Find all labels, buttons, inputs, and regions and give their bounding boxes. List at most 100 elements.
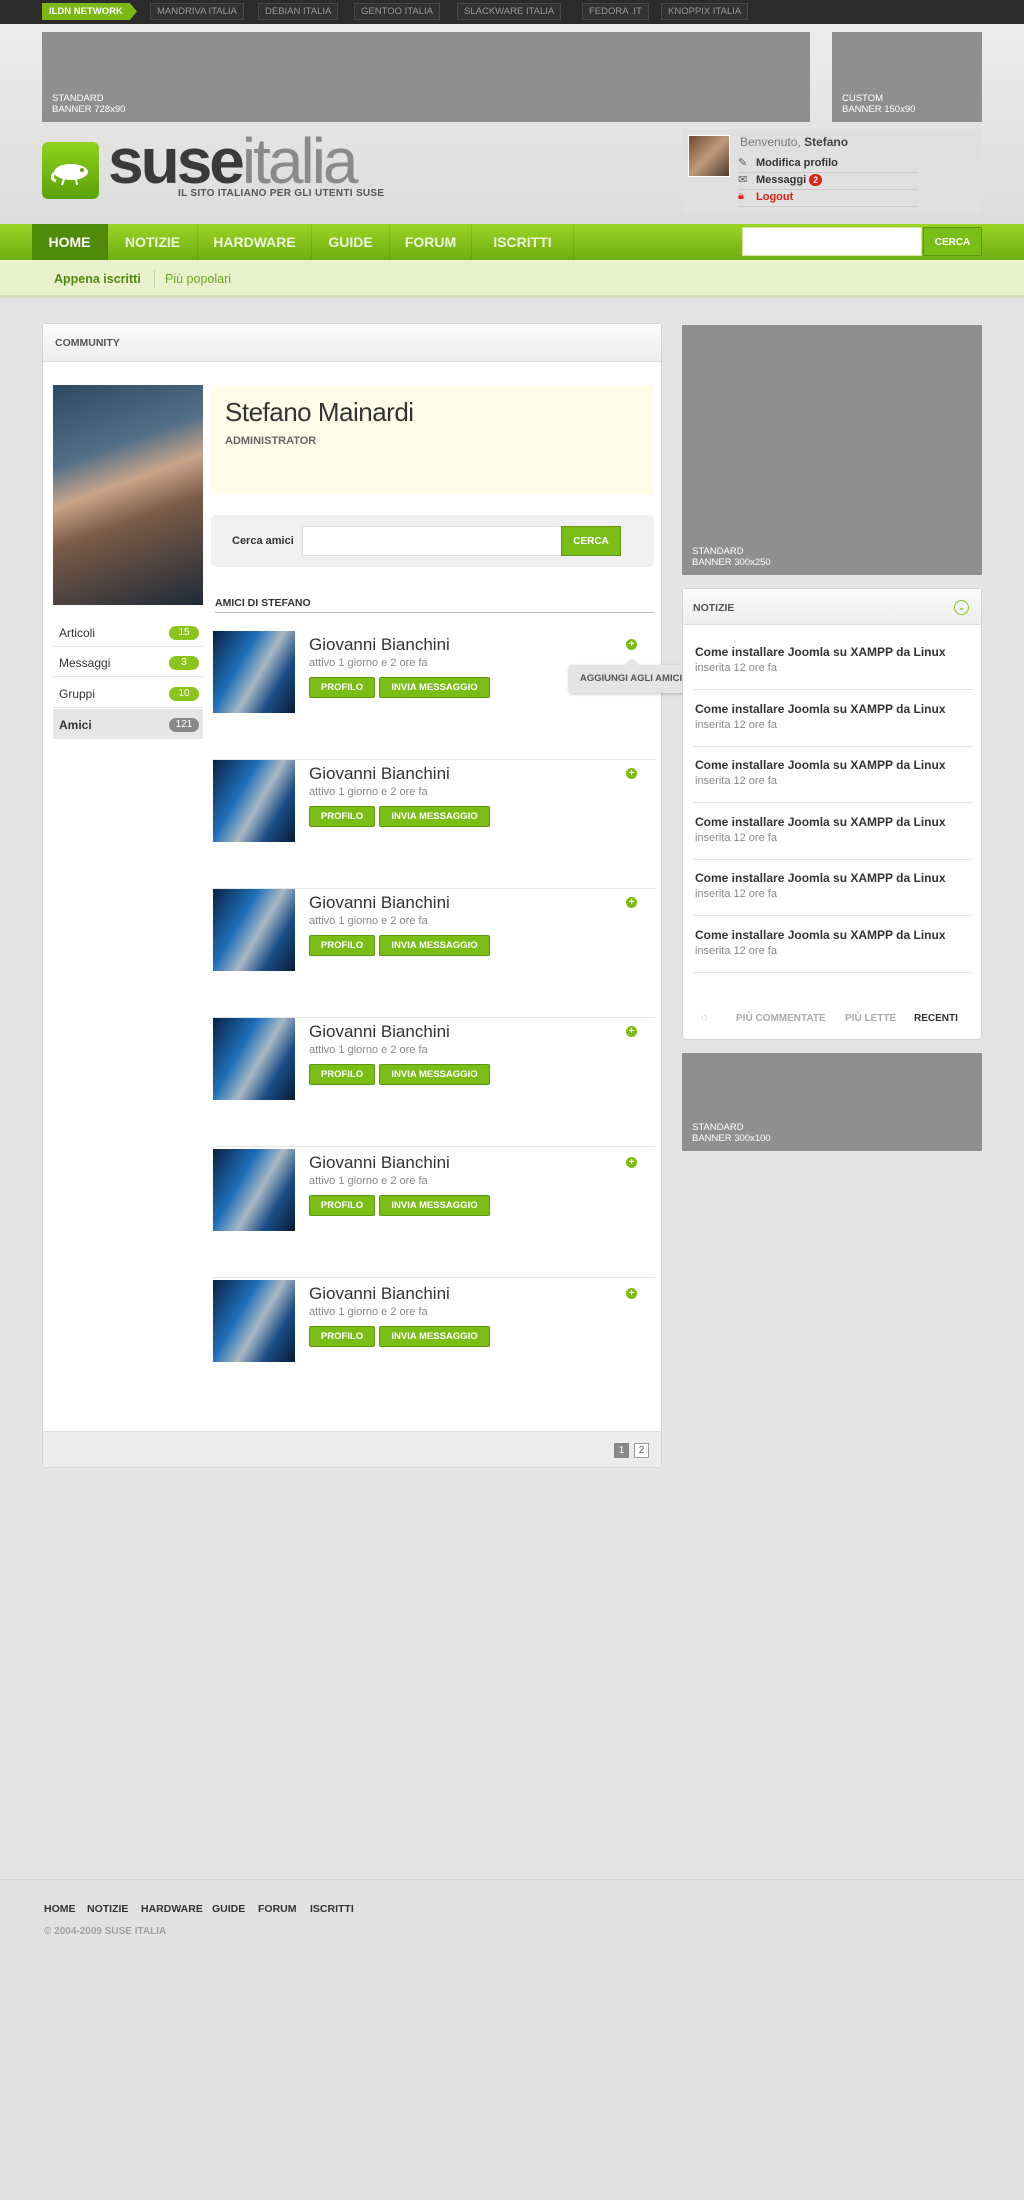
friend-message-button[interactable]: INVIA MESSAGGIO bbox=[379, 935, 490, 956]
friend-profile-button[interactable]: PROFILO bbox=[309, 1195, 375, 1216]
tab-piu-commentate[interactable]: PIÙ COMMENTATE bbox=[736, 1013, 826, 1024]
banner-label: CUSTOM bbox=[842, 93, 883, 104]
nav-forum[interactable]: FORUM bbox=[390, 224, 472, 260]
friend-avatar[interactable] bbox=[213, 760, 295, 842]
edit-profile-link[interactable]: Modifica profilo bbox=[756, 157, 838, 169]
page-2-button[interactable]: 2 bbox=[634, 1443, 649, 1458]
network-link-mandriva[interactable]: MANDRIVA ITALIA bbox=[150, 3, 244, 20]
subnav-divider bbox=[154, 270, 155, 288]
friend-name[interactable]: Giovanni Bianchini bbox=[309, 1284, 450, 1304]
news-item[interactable]: Come installare Joomla su XAMPP da Linux… bbox=[693, 803, 973, 860]
network-link-debian[interactable]: DEBIAN ITALIA bbox=[258, 3, 339, 20]
friend-status: attivo 1 giorno e 2 ore fa bbox=[309, 1175, 428, 1187]
news-item[interactable]: Come installare Joomla su XAMPP da Linux… bbox=[693, 746, 973, 803]
news-item-title[interactable]: Come installare Joomla su XAMPP da Linux bbox=[695, 758, 946, 772]
footer-link-iscritti[interactable]: ISCRITTI bbox=[310, 1903, 354, 1915]
add-friend-icon[interactable]: + bbox=[626, 639, 637, 650]
footer-link-forum[interactable]: FORUM bbox=[258, 1903, 297, 1915]
friend-message-button[interactable]: INVIA MESSAGGIO bbox=[379, 806, 490, 827]
add-friend-icon[interactable]: + bbox=[626, 768, 637, 779]
news-item-title[interactable]: Come installare Joomla su XAMPP da Linux bbox=[695, 928, 946, 942]
friend-name[interactable]: Giovanni Bianchini bbox=[309, 764, 450, 784]
friend-name[interactable]: Giovanni Bianchini bbox=[309, 635, 450, 655]
friend-avatar[interactable] bbox=[213, 1018, 295, 1100]
friend-item: Giovanni Bianchini attivo 1 giorno e 2 o… bbox=[213, 1149, 655, 1278]
profile-photo bbox=[53, 385, 203, 605]
banner-side-300x250[interactable]: STANDARD BANNER 300x250 bbox=[682, 325, 982, 575]
friend-search-input[interactable] bbox=[302, 526, 562, 556]
footer-link-hardware[interactable]: HARDWARE bbox=[141, 1903, 203, 1915]
site-search-input[interactable] bbox=[742, 227, 922, 256]
site-footer: HOME NOTIZIE HARDWARE GUIDE FORUM ISCRIT… bbox=[0, 1879, 1024, 2200]
friend-profile-button[interactable]: PROFILO bbox=[309, 935, 375, 956]
news-item[interactable]: Come installare Joomla su XAMPP da Linux… bbox=[693, 633, 973, 690]
friend-avatar[interactable] bbox=[213, 889, 295, 971]
banner-side-300x100[interactable]: STANDARD BANNER 300x100 bbox=[682, 1053, 982, 1151]
friend-name[interactable]: Giovanni Bianchini bbox=[309, 893, 450, 913]
friend-profile-button[interactable]: PROFILO bbox=[309, 1064, 375, 1085]
page-1-button[interactable]: 1 bbox=[614, 1443, 629, 1458]
news-item-title[interactable]: Come installare Joomla su XAMPP da Linux bbox=[695, 871, 946, 885]
nav-guide[interactable]: GUIDE bbox=[312, 224, 390, 260]
news-item-title[interactable]: Come installare Joomla su XAMPP da Linux bbox=[695, 702, 946, 716]
banner-size: BANNER 300x250 bbox=[692, 557, 771, 568]
logout-link[interactable]: Logout bbox=[756, 191, 793, 203]
add-friend-icon[interactable]: + bbox=[626, 897, 637, 908]
add-friend-icon[interactable]: + bbox=[626, 1157, 637, 1168]
site-search-button[interactable]: CERCA bbox=[923, 227, 982, 256]
stat-amici[interactable]: Amici 121 bbox=[53, 709, 203, 739]
banner-label: STANDARD bbox=[692, 1122, 744, 1133]
stat-articoli[interactable]: Articoli 15 bbox=[53, 617, 203, 647]
stat-gruppi[interactable]: Gruppi 10 bbox=[53, 678, 203, 708]
friend-search-button[interactable]: CERCA bbox=[561, 526, 621, 556]
messages-link[interactable]: Messaggi 2 bbox=[756, 174, 823, 186]
banner-top-728[interactable]: STANDARD BANNER 728x90 bbox=[42, 32, 810, 122]
friend-avatar[interactable] bbox=[213, 631, 295, 713]
messages-label: Messaggi bbox=[756, 174, 807, 186]
friend-profile-button[interactable]: PROFILO bbox=[309, 806, 375, 827]
friend-avatar[interactable] bbox=[213, 1149, 295, 1231]
tab-piu-lette[interactable]: PIÙ LETTE bbox=[845, 1013, 896, 1024]
tab-recenti[interactable]: RECENTI bbox=[914, 1013, 958, 1024]
news-item[interactable]: Come installare Joomla su XAMPP da Linux… bbox=[693, 859, 973, 916]
friend-message-button[interactable]: INVIA MESSAGGIO bbox=[379, 1064, 490, 1085]
stat-count-badge: 15 bbox=[169, 626, 199, 640]
footer-link-notizie[interactable]: NOTIZIE bbox=[87, 1903, 128, 1915]
friend-status: attivo 1 giorno e 2 ore fa bbox=[309, 1306, 428, 1318]
nav-iscritti[interactable]: ISCRITTI bbox=[472, 224, 574, 260]
news-item[interactable]: Come installare Joomla su XAMPP da Linux… bbox=[693, 916, 973, 973]
add-friend-icon[interactable]: + bbox=[626, 1288, 637, 1299]
friend-profile-button[interactable]: PROFILO bbox=[309, 1326, 375, 1347]
network-link-slackware[interactable]: SLACKWARE ITALIA bbox=[457, 3, 562, 20]
footer-link-home[interactable]: HOME bbox=[44, 1903, 76, 1915]
banner-top-150[interactable]: CUSTOM BANNER 150x90 bbox=[832, 32, 982, 122]
network-link-fedora[interactable]: FEDORA .IT bbox=[582, 3, 649, 20]
user-avatar[interactable] bbox=[688, 135, 730, 177]
subnav-piu-popolari[interactable]: Più popolari bbox=[165, 272, 231, 286]
friend-name[interactable]: Giovanni Bianchini bbox=[309, 1153, 450, 1173]
network-badge[interactable]: ILDN NETWORK bbox=[42, 3, 137, 20]
news-item-title[interactable]: Come installare Joomla su XAMPP da Linux bbox=[695, 815, 946, 829]
nav-hardware[interactable]: HARDWARE bbox=[198, 224, 312, 260]
friend-status: attivo 1 giorno e 2 ore fa bbox=[309, 657, 428, 669]
footer-link-guide[interactable]: GUIDE bbox=[212, 1903, 245, 1915]
friend-profile-button[interactable]: PROFILO bbox=[309, 677, 375, 698]
network-link-knoppix[interactable]: KNOPPIX ITALIA bbox=[661, 3, 749, 20]
news-item[interactable]: Come installare Joomla su XAMPP da Linux… bbox=[693, 690, 973, 747]
news-item-title[interactable]: Come installare Joomla su XAMPP da Linux bbox=[695, 645, 946, 659]
friend-message-button[interactable]: INVIA MESSAGGIO bbox=[379, 1326, 490, 1347]
banner-label: STANDARD bbox=[692, 546, 744, 557]
site-logo[interactable]: suseitalia bbox=[108, 126, 358, 196]
logo-chameleon-icon[interactable] bbox=[42, 142, 99, 199]
add-friend-icon[interactable]: + bbox=[626, 1026, 637, 1037]
friend-avatar[interactable] bbox=[213, 1280, 295, 1362]
network-link-gentoo[interactable]: GENTOO ITALIA bbox=[354, 3, 440, 20]
chevron-down-icon[interactable]: ⌄ bbox=[954, 600, 969, 615]
nav-notizie[interactable]: NOTIZIE bbox=[108, 224, 198, 260]
subnav-appena-iscritti[interactable]: Appena iscritti bbox=[54, 272, 141, 286]
stat-messaggi[interactable]: Messaggi 3 bbox=[53, 647, 203, 677]
friend-message-button[interactable]: INVIA MESSAGGIO bbox=[379, 1195, 490, 1216]
nav-home[interactable]: HOME bbox=[32, 224, 108, 260]
friend-name[interactable]: Giovanni Bianchini bbox=[309, 1022, 450, 1042]
friend-message-button[interactable]: INVIA MESSAGGIO bbox=[379, 677, 490, 698]
